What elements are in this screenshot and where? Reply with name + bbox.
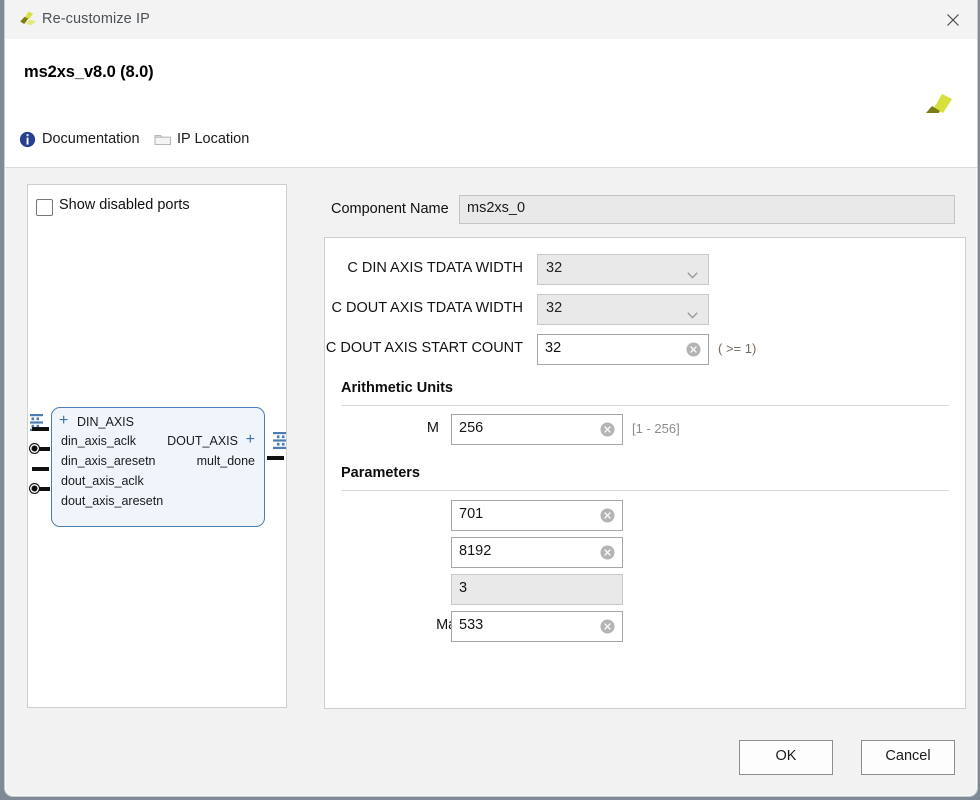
clear-icon[interactable] — [600, 619, 615, 634]
page-title: ms2xs_v8.0 (8.0) — [24, 63, 154, 81]
cancel-button[interactable]: Cancel — [861, 740, 955, 775]
cancel-label: Cancel — [885, 748, 931, 764]
title-bar: Re-customize IP — [5, 0, 977, 40]
combobox-value: 32 — [546, 260, 563, 276]
ip-location-label: IP Location — [177, 131, 250, 147]
toolbar: Documentation IP Location — [5, 113, 977, 168]
bus-pin-dout-axis — [273, 432, 286, 449]
combobox-value: 32 — [546, 300, 563, 316]
expand-dout-axis-icon[interactable]: + — [246, 432, 255, 448]
label-m: M — [426, 420, 439, 436]
input-value: 3 — [459, 580, 468, 596]
folder-icon — [154, 131, 172, 149]
label-c-dout-axis-tdata-width: C DOUT AXIS TDATA WIDTH — [331, 300, 523, 316]
input-m[interactable]: 256 — [451, 414, 623, 445]
combobox-c-din-axis-tdata-width[interactable]: 32 — [537, 254, 709, 285]
clear-icon[interactable] — [600, 545, 615, 560]
row-c-dout-axis-start-count: C DOUT AXIS START COUNT 32 ( >= 1) — [325, 334, 965, 365]
component-name-input[interactable]: ms2xs_0 — [459, 195, 955, 224]
chevron-down-icon — [687, 306, 698, 319]
component-name-value: ms2xs_0 — [467, 200, 526, 216]
input-value: 32 — [545, 340, 562, 356]
hint-m: [1 - 256] — [632, 421, 680, 436]
pin-din-axis-aresetn — [29, 443, 50, 454]
ip-header: ms2xs_v8.0 (8.0) — [5, 39, 977, 128]
input-c-dout-axis-start-count[interactable]: 32 — [537, 334, 709, 365]
dialog-window: Re-customize IP ms2xs_v8.0 (8.0) Documen… — [4, 0, 978, 797]
row-m: M 256 [1 - 256] — [325, 414, 965, 445]
input-q[interactable]: 8192 — [451, 537, 623, 568]
clear-icon[interactable] — [600, 508, 615, 523]
port-label-mult-done: mult_done — [196, 454, 255, 468]
pin-dout-axis-aresetn — [29, 483, 50, 494]
section-title: Parameters — [341, 465, 420, 481]
parameter-form-panel: C DIN AXIS TDATA WIDTH 32 C DOUT AXIS TD… — [324, 237, 966, 709]
window-title: Re-customize IP — [42, 11, 150, 27]
port-label-dout-axis: DOUT_AXIS — [167, 434, 238, 448]
row-c-din-axis-tdata-width: C DIN AXIS TDATA WIDTH 32 — [325, 254, 965, 285]
ok-button[interactable]: OK — [739, 740, 833, 775]
expand-din-axis-icon[interactable]: + — [59, 413, 68, 429]
component-name-label: Component Name — [331, 201, 449, 217]
documentation-label: Documentation — [42, 131, 140, 147]
clear-icon[interactable] — [686, 342, 701, 357]
hint-c-dout-axis-start-count: ( >= 1) — [718, 341, 757, 356]
input-max-cycles[interactable]: 533 — [451, 611, 623, 642]
input-value: 533 — [459, 617, 484, 633]
input-n[interactable]: 701 — [451, 500, 623, 531]
combobox-c-dout-axis-tdata-width[interactable]: 32 — [537, 294, 709, 325]
close-icon[interactable] — [931, 0, 977, 38]
ip-symbol-block: + DIN_AXIS din_axis_aclk din_axis_areset… — [29, 407, 286, 527]
section-divider — [341, 490, 949, 491]
show-disabled-ports-label: Show disabled ports — [59, 197, 190, 213]
ok-label: OK — [775, 748, 797, 764]
row-q: Q 8192 — [325, 537, 965, 568]
label-c-din-axis-tdata-width: C DIN AXIS TDATA WIDTH — [347, 260, 523, 276]
section-title: Arithmetic Units — [341, 380, 453, 396]
input-value: 256 — [459, 420, 484, 436]
port-label-dout-axis-aclk: dout_axis_aclk — [61, 474, 144, 488]
port-label-din-axis-aresetn: din_axis_aresetn — [61, 454, 156, 468]
info-icon — [19, 131, 37, 149]
section-arithmetic-units: Arithmetic Units — [341, 380, 949, 406]
input-value: 8192 — [459, 543, 492, 559]
checkbox-box[interactable] — [36, 199, 53, 216]
section-parameters: Parameters — [341, 465, 949, 491]
label-c-dout-axis-start-count: C DOUT AXIS START COUNT — [325, 340, 523, 356]
port-label-din-axis-aclk: din_axis_aclk — [61, 434, 137, 448]
pin-mult-done — [267, 456, 284, 460]
row-n: N 701 — [325, 500, 965, 531]
chevron-down-icon — [687, 266, 698, 279]
xilinx-logo-icon — [19, 11, 37, 28]
clear-icon[interactable] — [600, 422, 615, 437]
pin-dout-axis-aclk — [32, 467, 49, 471]
row-c-dout-axis-tdata-width: C DOUT AXIS TDATA WIDTH 32 — [325, 294, 965, 325]
section-divider — [341, 405, 949, 406]
pin-din-axis-aclk — [32, 427, 49, 431]
port-label-dout-axis-aresetn: dout_axis_aresetn — [61, 494, 164, 508]
input-value: 701 — [459, 506, 484, 522]
port-preview-panel: Show disabled ports + DIN_AXIS din_axis_… — [27, 184, 287, 708]
port-label-din-axis: DIN_AXIS — [77, 415, 134, 429]
input-p[interactable]: 3 — [451, 574, 623, 605]
row-p: P 3 — [325, 574, 965, 605]
row-max-cycles: Max Cycles 533 — [325, 611, 965, 642]
